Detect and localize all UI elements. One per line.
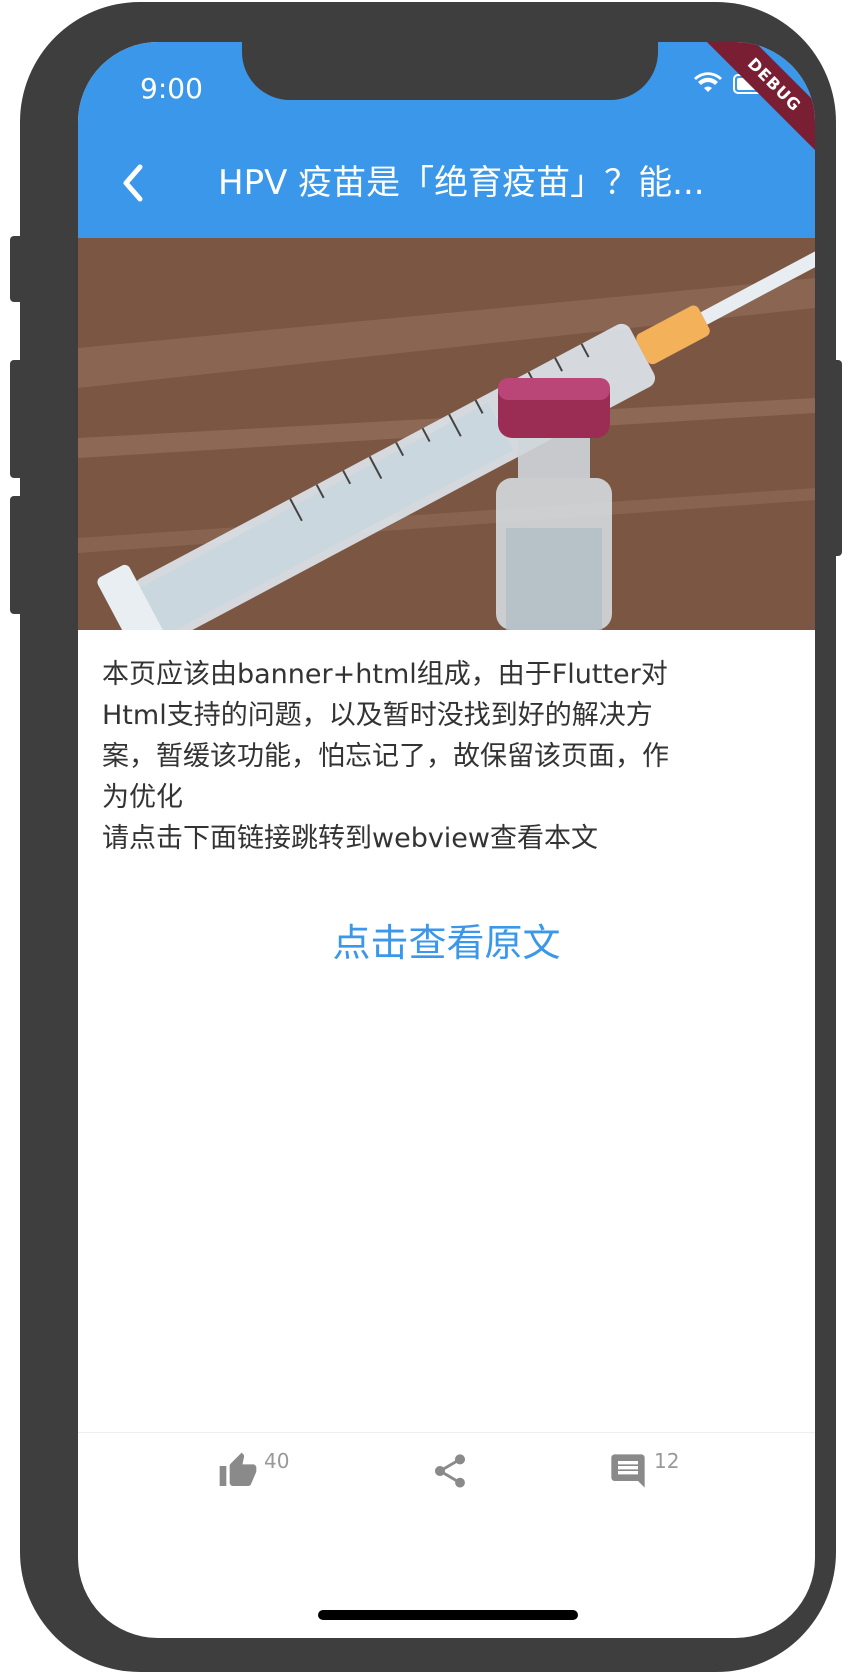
article-text: 本页应该由banner+html组成，由于Flutter对 Html支持的问题，… xyxy=(102,654,792,859)
like-count: 40 xyxy=(264,1449,290,1473)
share-icon xyxy=(435,1454,465,1488)
wifi-icon xyxy=(694,72,722,92)
status-time: 9:00 xyxy=(140,72,203,105)
screen: 9:00 DEBUG HPV 疫苗是「绝育疫苗」？能... 本页应该由banne… xyxy=(78,42,815,1638)
comment-count: 12 xyxy=(654,1449,680,1473)
syringe-vial-illustration xyxy=(78,238,815,630)
page-title: HPV 疫苗是「绝育疫苗」？能... xyxy=(218,163,705,203)
notch xyxy=(242,42,658,100)
text-line: 请点击下面链接跳转到webview查看本文 xyxy=(102,823,599,854)
like-button[interactable]: 40 xyxy=(218,1449,290,1491)
phone-frame: 9:00 DEBUG HPV 疫苗是「绝育疫苗」？能... 本页应该由banne… xyxy=(20,2,836,1672)
comment-button[interactable]: 12 xyxy=(608,1449,680,1491)
comment-icon xyxy=(611,1454,645,1488)
bottom-action-bar: 40 12 xyxy=(78,1432,815,1543)
text-line: 为优化 xyxy=(102,782,183,813)
debug-banner: DEBUG xyxy=(701,42,815,158)
app-bar: 9:00 DEBUG HPV 疫苗是「绝育疫苗」？能... xyxy=(78,42,815,238)
thumb-up-icon xyxy=(219,1452,257,1486)
chevron-left-icon xyxy=(123,164,143,202)
home-indicator[interactable] xyxy=(318,1610,578,1620)
banner-image xyxy=(78,238,815,630)
text-line: 案，暂缓该功能，怕忘记了，故保留该页面，作 xyxy=(102,741,669,772)
view-original-link[interactable]: 点击查看原文 xyxy=(78,912,815,967)
back-button[interactable] xyxy=(108,158,158,208)
text-line: Html支持的问题，以及暂时没找到好的解决方 xyxy=(102,700,653,731)
share-button[interactable] xyxy=(430,1451,470,1491)
text-line: 本页应该由banner+html组成，由于Flutter对 xyxy=(102,659,668,690)
